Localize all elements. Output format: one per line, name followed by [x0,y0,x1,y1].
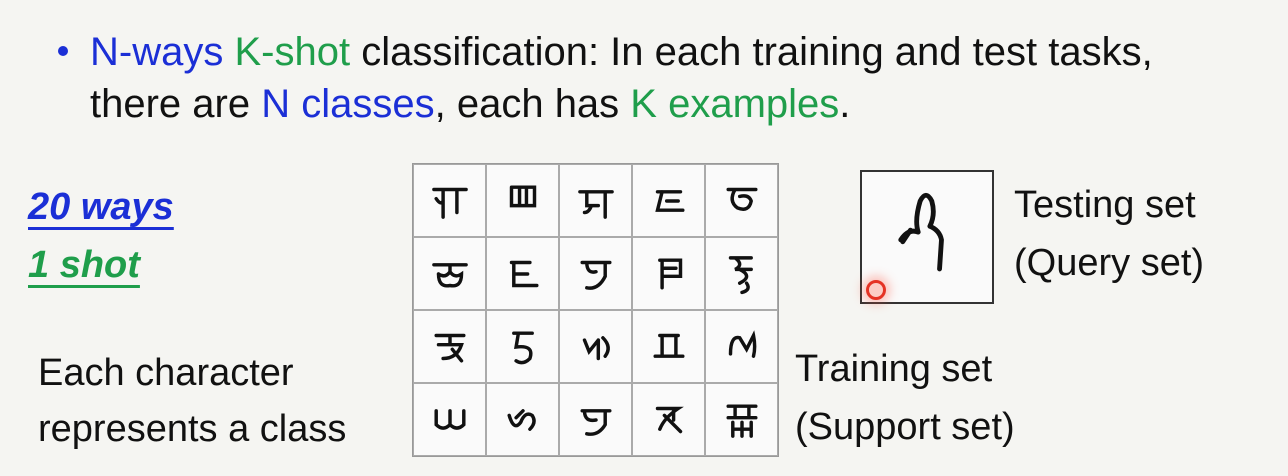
character-cell [413,383,486,456]
k-shot-term: K-shot [234,30,351,74]
handwritten-character-icon [506,408,536,431]
bullet-line-2-middle: , each has [434,82,631,126]
handwritten-character-icon [577,189,614,219]
handwritten-character-icon [655,406,684,433]
ways-label: 20 ways [28,186,174,228]
handwritten-character-icon [579,408,612,436]
handwritten-character-icon [652,333,685,358]
k-examples-term: K examples [630,82,840,126]
handwritten-character-icon [579,260,612,290]
cursor-indicator [866,280,886,300]
caption-left-line-1: Each character [38,352,294,394]
character-cell [413,164,486,237]
handwritten-character-icon [657,257,682,290]
character-cell [632,310,705,383]
testing-label-line-1: Testing set [1014,184,1196,226]
handwritten-character-icon [582,335,610,360]
character-cell [632,383,705,456]
bullet-line-2-suffix: . [839,82,851,126]
handwritten-character-icon [509,184,536,207]
character-cell [632,164,705,237]
support-set-grid [412,163,779,457]
caption-left-line-2: represents a class [38,408,347,450]
handwritten-character-icon [433,333,466,363]
training-label-line-1: Training set [795,348,993,390]
handwritten-character-icon [509,260,539,287]
character-cell [705,310,778,383]
testing-label-line-2: (Query set) [1014,242,1205,284]
character-cell [705,383,778,456]
bullet-icon [58,46,68,56]
character-cell [486,310,559,383]
character-cell [559,164,632,237]
bullet-line-1: N-ways K-shot classification: In each tr… [90,28,1288,76]
n-classes-term: N classes [261,82,435,126]
character-cell [705,237,778,310]
handwritten-character-icon [431,187,468,219]
handwritten-character-icon [431,262,468,288]
training-label-line-2: (Support set) [795,406,1015,448]
character-cell [559,237,632,310]
character-cell [486,164,559,237]
handwritten-character-icon [725,403,758,438]
handwritten-character-icon [725,187,758,211]
handwritten-character-icon [433,408,466,430]
n-ways-term: N-ways [90,30,224,74]
bullet-line-2: there are N classes, each has K examples… [90,80,1288,128]
bullet-line-2-prefix: there are [90,82,262,126]
character-cell [413,237,486,310]
character-cell [413,310,486,383]
character-cell [632,237,705,310]
handwritten-character-icon [728,329,756,358]
handwritten-character-icon [654,189,685,212]
shot-label: 1 shot [28,244,140,286]
handwritten-character-icon [511,330,534,364]
character-cell [486,237,559,310]
handwritten-query-character-icon [898,192,944,272]
character-cell [705,164,778,237]
bullet-line-1-rest: classification: In each training and tes… [350,30,1153,74]
character-cell [559,310,632,383]
handwritten-character-icon [728,255,753,294]
character-cell [559,383,632,456]
character-cell [486,383,559,456]
